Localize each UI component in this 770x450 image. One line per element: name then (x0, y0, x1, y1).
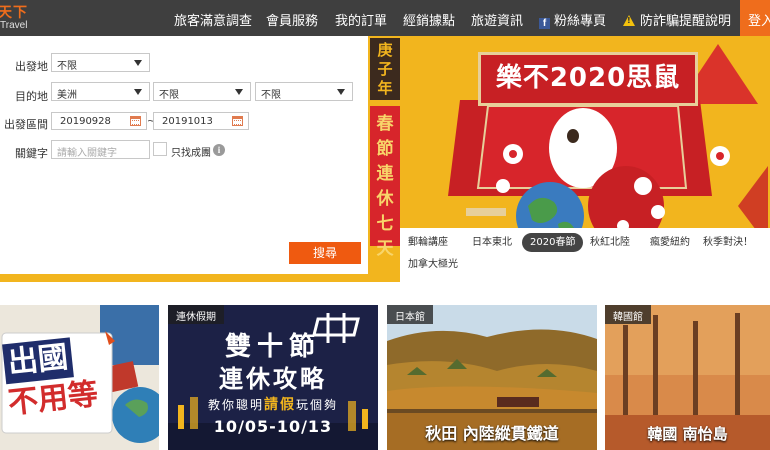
banner-tab-new-york[interactable]: 瘋愛紐約 (650, 233, 690, 252)
logo-subtext: Travel (0, 20, 28, 31)
top-navbar: 天下 Travel 旅客滿意調查 會員服務 我的訂單 經銷據點 旅遊資訊 f 粉絲… (0, 0, 770, 36)
card-akita-caption: 秋田 內陸縱貫鐵道 (425, 424, 559, 443)
keyword-placeholder: 請輸入關鍵字 (57, 148, 117, 159)
card-overseas-title: 出國 不用等 (2, 334, 110, 424)
destination-label: 目的地 (15, 90, 48, 103)
calendar-icon[interactable] (232, 116, 243, 126)
card-national-day-line3: 教你聰明請假玩個夠 (168, 395, 378, 415)
banner-headline: 樂不2020思鼠 (478, 52, 698, 106)
promo-banner[interactable]: 庚子年 春節連休七天 樂不2020思鼠 郵輪講座 日本東北 2020春節 秋紅北… (368, 36, 770, 282)
keyword-label: 關鍵字 (15, 147, 48, 160)
date-range-label: 出發區間 (4, 118, 48, 131)
fraud-notice-label: 防詐騙提醒說明 (640, 14, 732, 29)
nav-my-orders[interactable]: 我的訂單 (335, 10, 387, 29)
destination-country-value: 不限 (159, 90, 179, 101)
fan-page-label: 粉絲專頁 (554, 14, 607, 29)
site-logo[interactable]: 天下 Travel (0, 0, 44, 36)
calendar-icon[interactable] (130, 116, 141, 126)
facebook-icon: f (539, 18, 550, 29)
chevron-down-icon (134, 60, 142, 66)
date-to-value: 20191013 (162, 116, 213, 127)
banner-holiday-label: 春節連休七天 (370, 106, 400, 259)
date-to-input[interactable]: 20191013 (153, 112, 249, 130)
confirmed-only-checkbox[interactable] (153, 142, 167, 156)
departure-label: 出發地 (15, 60, 48, 73)
card-national-day-line3-pre: 教你聰明 (207, 398, 264, 412)
card-national-day-text: 雙十節 連休攻略 教你聰明請假玩個夠 10/05-10/13 (168, 331, 378, 439)
departure-select[interactable]: 不限 (51, 53, 150, 72)
card-national-day-line1: 雙十節 (224, 332, 321, 362)
chevron-down-icon (337, 89, 345, 95)
banner-tab-spring-festival[interactable]: 2020春節 (522, 233, 584, 252)
chevron-down-icon (134, 89, 142, 95)
banner-tab-bar: 郵輪講座 日本東北 2020春節 秋紅北陸 瘋愛紐約 秋季對決！ 加拿大極光 (400, 228, 770, 282)
nav-fraud-notice[interactable]: 防詐騙提醒說明 (623, 10, 731, 29)
warning-icon (623, 15, 635, 26)
card-category-tag: 連休假期 (168, 305, 224, 324)
destination-city-value: 不限 (261, 90, 281, 101)
tour-search-panel: 出發地 不限 目的地 美洲 不限 不限 出發區間 20190928 ~ 2019… (0, 36, 368, 274)
nav-dealers[interactable]: 經銷據點 (403, 10, 455, 29)
banner-tab-canada-aurora[interactable]: 加拿大極光 (408, 255, 458, 274)
destination-region-select[interactable]: 美洲 (51, 82, 150, 101)
card-national-day-line2: 連休攻略 (219, 365, 327, 393)
chevron-down-icon (235, 89, 243, 95)
nav-member-service[interactable]: 會員服務 (266, 10, 318, 29)
date-from-value: 20190928 (60, 116, 111, 127)
card-national-day-line3-post: 玩個夠 (296, 398, 339, 412)
card-nami-caption: 韓國 南怡島 (647, 425, 728, 443)
promo-card-akita-railway[interactable]: 日本館 秋田 內陸縱貫鐵道 (387, 305, 597, 450)
nav-fan-page[interactable]: f 粉絲專頁 (539, 10, 606, 29)
banner-tab-hokuriku[interactable]: 秋紅北陸 (590, 233, 630, 252)
destination-city-select[interactable]: 不限 (255, 82, 353, 101)
keyword-input[interactable]: 請輸入關鍵字 (51, 140, 150, 159)
card-national-day-dates: 10/05-10/13 (213, 417, 333, 436)
card-national-day-line3-em: 請假 (264, 397, 296, 413)
logo-text: 天下 (0, 5, 28, 21)
promo-card-overseas[interactable]: 出國 不用等 (0, 305, 159, 450)
card-category-tag: 韓國館 (605, 305, 651, 324)
banner-tab-autumn[interactable]: 秋季對決！ (703, 233, 753, 252)
banner-year-label: 庚子年 (370, 38, 400, 100)
info-icon[interactable]: i (213, 144, 225, 156)
date-from-input[interactable]: 20190928 (51, 112, 147, 130)
destination-country-select[interactable]: 不限 (153, 82, 251, 101)
panel-divider (0, 274, 368, 282)
nav-travel-info[interactable]: 旅遊資訊 (471, 10, 523, 29)
search-button[interactable]: 搜尋 (289, 242, 361, 264)
banner-tab-cruise-talk[interactable]: 郵輪講座 (408, 233, 448, 252)
login-button[interactable]: 登入 (740, 0, 770, 36)
card-category-tag: 日本館 (387, 305, 433, 324)
departure-select-value: 不限 (57, 61, 77, 72)
banner-tab-japan-tohoku[interactable]: 日本東北 (472, 233, 512, 252)
nav-satisfaction-survey[interactable]: 旅客滿意調查 (174, 10, 252, 29)
confirmed-only-label[interactable]: 只找成團 (171, 144, 211, 159)
destination-region-value: 美洲 (57, 90, 77, 101)
promo-card-nami-island[interactable]: 韓國館 韓國 南怡島 (605, 305, 770, 450)
promo-card-national-day[interactable]: 連休假期 雙十節 連休攻略 教你聰明請假玩個夠 10/05-10/13 (168, 305, 378, 450)
